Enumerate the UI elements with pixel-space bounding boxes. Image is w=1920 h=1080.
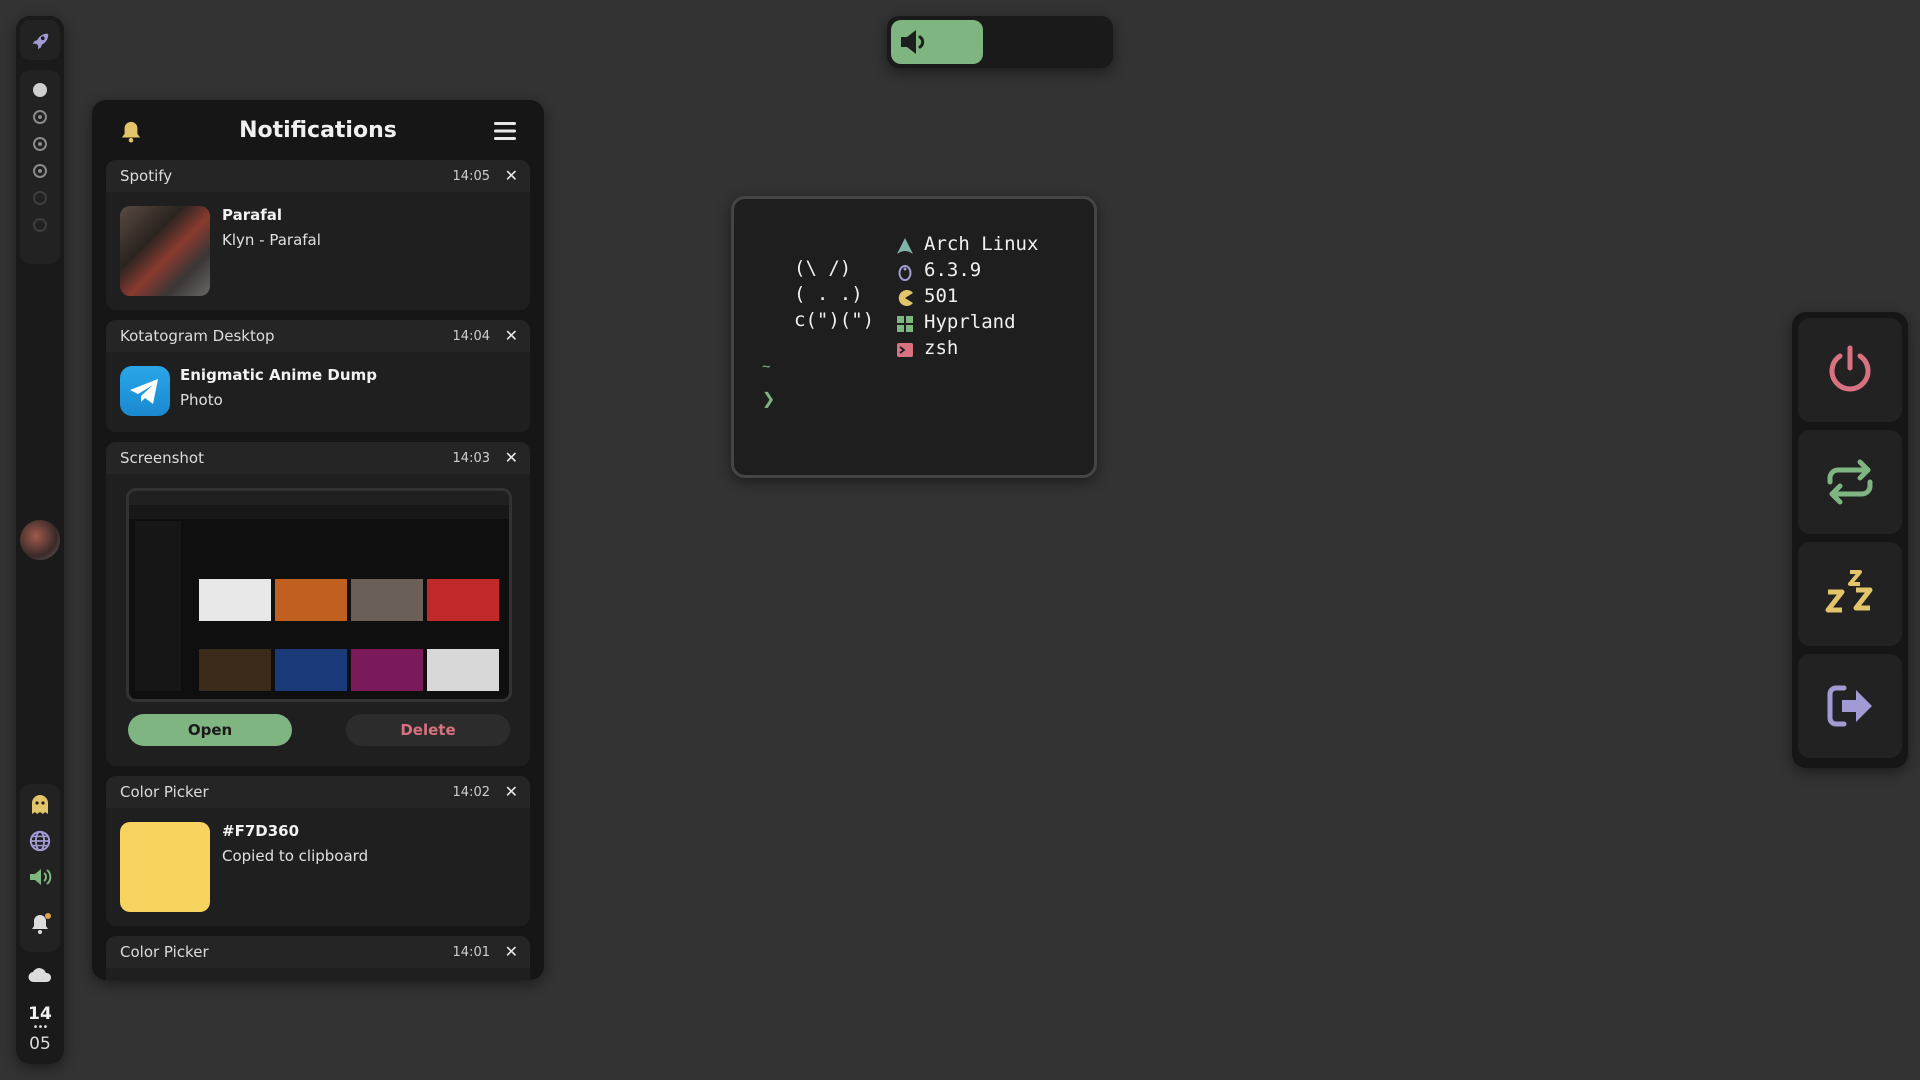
workspace-5[interactable] [33, 191, 47, 205]
delete-button[interactable]: Delete [346, 714, 510, 746]
workspace-4[interactable] [33, 164, 47, 178]
open-button[interactable]: Open [128, 714, 292, 746]
notification-card-color-picker[interactable]: Color Picker 14:02 ✕ #F7D360 Copied to c… [106, 776, 530, 926]
notification-header-row: Screenshot 14:03 ✕ [106, 442, 530, 474]
system-tray [20, 784, 60, 952]
clock-minute: 05 [29, 1034, 51, 1054]
shutdown-button[interactable] [1798, 318, 1902, 422]
pacman-icon [898, 290, 913, 306]
workspace-2[interactable] [33, 110, 47, 124]
window-manager: Hyprland [924, 311, 1016, 333]
sleep-button[interactable] [1798, 542, 1902, 646]
clock-hour: 14 [28, 1004, 52, 1024]
rocket-icon [32, 33, 49, 50]
notification-time: 14:02 [452, 785, 490, 800]
close-icon[interactable]: ✕ [505, 326, 518, 345]
notification-app-name: Screenshot [120, 449, 204, 467]
notification-body: Photo [180, 391, 223, 409]
workspace-1[interactable] [33, 83, 47, 97]
notification-time: 14:01 [452, 945, 490, 960]
volume-speaker-icon [901, 30, 925, 54]
clock-separator: ••• [32, 1022, 49, 1033]
notification-summary: #F7D360 [222, 822, 300, 840]
workspace-3[interactable] [33, 137, 47, 151]
logout-button[interactable] [1798, 654, 1902, 758]
prompt-symbol: ❯ [762, 387, 776, 412]
volume-osd[interactable] [887, 16, 1113, 68]
cloud-icon[interactable] [27, 964, 53, 984]
launcher-button[interactable] [20, 20, 60, 60]
notification-header-row: Kotatogram Desktop 14:04 ✕ [106, 320, 530, 352]
notification-time: 14:03 [452, 451, 490, 466]
color-swatch [120, 822, 210, 912]
close-icon[interactable]: ✕ [505, 166, 518, 185]
os-name: Arch Linux [924, 233, 1039, 255]
hyprland-icon [897, 316, 913, 332]
power-menu [1792, 312, 1908, 768]
notification-center: Notifications Spotify 14:05 ✕ Parafal Kl… [92, 100, 544, 980]
notification-bell-icon[interactable] [28, 912, 52, 936]
close-icon[interactable]: ✕ [505, 782, 518, 801]
menu-icon[interactable] [494, 122, 516, 140]
cwd-indicator: ~ [762, 359, 771, 375]
screenshot-preview [126, 488, 512, 702]
notification-card-screenshot[interactable]: Screenshot 14:03 ✕ Open Delete [106, 442, 530, 766]
notification-title: Notifications [239, 118, 397, 143]
arch-icon [897, 238, 913, 254]
logout-icon [1827, 685, 1872, 727]
speaker-icon[interactable] [28, 866, 52, 888]
notification-card-color-picker[interactable]: Color Picker 14:01 ✕ [106, 936, 530, 980]
notification-time: 14:04 [452, 329, 490, 344]
notification-body: Klyn - Parafal [222, 231, 321, 249]
notification-header-row: Color Picker 14:02 ✕ [106, 776, 530, 808]
notification-app-name: Spotify [120, 167, 173, 185]
notification-header-row: Color Picker 14:01 ✕ [106, 936, 530, 968]
kernel-version: 6.3.9 [924, 259, 982, 281]
globe-icon[interactable] [29, 830, 51, 852]
linux-icon [898, 265, 912, 281]
notification-header: Notifications [92, 100, 544, 162]
ghost-icon[interactable] [30, 794, 50, 816]
ascii-art-line: (\ /) [794, 257, 852, 279]
workspace-indicator [20, 70, 60, 264]
telegram-icon [120, 366, 170, 416]
notification-summary: Parafal [222, 206, 283, 224]
sleep-icon [1825, 570, 1873, 613]
notification-time: 14:05 [452, 169, 490, 184]
notification-card-kotatogram[interactable]: Kotatogram Desktop 14:04 ✕ Enigmatic Ani… [106, 320, 530, 432]
reboot-icon [1827, 459, 1873, 505]
workspace-6[interactable] [33, 218, 47, 232]
close-icon[interactable]: ✕ [505, 942, 518, 961]
power-icon [1829, 345, 1871, 392]
terminal-icon [897, 343, 913, 357]
shell-name: zsh [924, 337, 959, 359]
reboot-button[interactable] [1798, 430, 1902, 534]
status-cluster: 14 ••• 05 [20, 964, 60, 1060]
notification-app-name: Kotatogram Desktop [120, 327, 275, 345]
media-cover-avatar[interactable] [20, 520, 60, 560]
notification-app-name: Color Picker [120, 943, 209, 961]
ascii-art-line: c(")(") [794, 309, 875, 331]
close-icon[interactable]: ✕ [505, 448, 518, 467]
ascii-art-line: ( . .) [794, 283, 863, 305]
album-art [120, 206, 210, 296]
notification-body: Copied to clipboard [222, 847, 369, 865]
terminal-window[interactable]: (\ /) ( . .) c(")(") Arch Linux 6.3.9 50… [731, 196, 1097, 478]
notification-card-spotify[interactable]: Spotify 14:05 ✕ Parafal Klyn - Parafal [106, 160, 530, 310]
notification-app-name: Color Picker [120, 783, 209, 801]
left-bar: 14 ••• 05 [16, 16, 64, 1064]
package-count: 501 [924, 285, 959, 307]
notification-summary: Enigmatic Anime Dump [180, 366, 377, 384]
notification-header-row: Spotify 14:05 ✕ [106, 160, 530, 192]
